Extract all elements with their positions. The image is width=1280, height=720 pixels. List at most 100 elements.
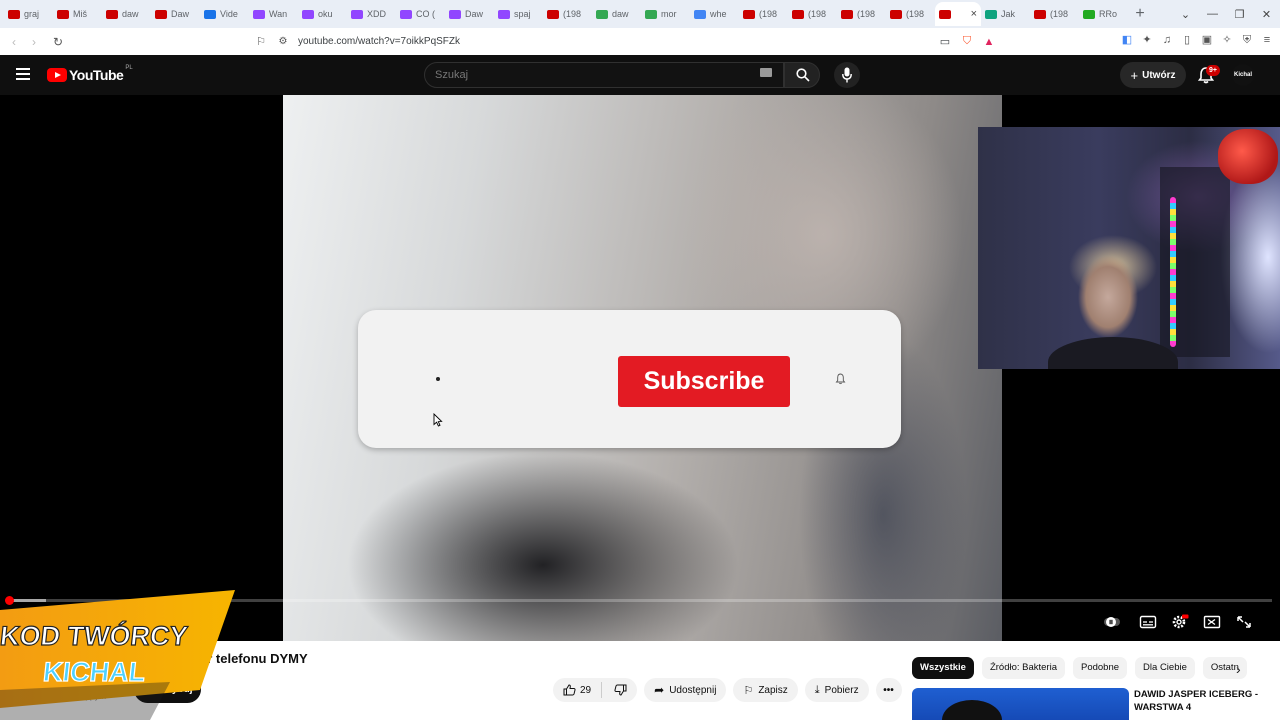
browser-tab[interactable]: Daw (151, 2, 200, 26)
browser-tab[interactable]: whe (690, 2, 739, 26)
browser-tab[interactable]: daw (102, 2, 151, 26)
video-player[interactable]: Subscribe (0, 95, 1280, 641)
tab-label: spaj (514, 9, 531, 19)
leo-icon[interactable]: ✧ (1220, 33, 1234, 47)
browser-tab[interactable]: Jak (981, 2, 1030, 26)
brave-shield-icon[interactable]: ⛉ (956, 35, 978, 48)
sidebar-icon[interactable]: ▯ (1180, 33, 1194, 47)
search-icon[interactable] (796, 68, 810, 82)
reload-icon[interactable]: ↻ (48, 35, 68, 49)
cast-icon[interactable]: ▭ (934, 35, 956, 48)
plus-icon: + (1130, 67, 1139, 83)
keyboard-icon[interactable] (760, 68, 772, 77)
subtitles-icon[interactable] (1139, 614, 1157, 630)
tab-favicon-icon (985, 9, 997, 19)
more-actions-button[interactable]: ••• (875, 678, 902, 702)
browser-tab[interactable]: oku (298, 2, 347, 26)
browser-tab[interactable]: daw (592, 2, 641, 26)
tab-favicon-icon (743, 9, 755, 19)
recommended-title[interactable]: DAWID JASPER ICEBERG - WARSTWA 4 (1134, 688, 1274, 714)
save-button[interactable]: ⚐ Zapisz (733, 678, 798, 702)
browser-tab[interactable]: RRo (1079, 2, 1128, 26)
browser-tab[interactable]: graj (4, 2, 53, 26)
restore-icon[interactable]: ❐ (1226, 8, 1253, 21)
download-button[interactable]: ⤓ Pobierz (804, 678, 869, 702)
browser-tab[interactable]: (198 (739, 2, 788, 26)
tab-favicon-icon (841, 9, 853, 19)
tab-favicon-icon (57, 9, 69, 19)
guide-menu-icon[interactable] (16, 68, 30, 80)
tab-label: (198 (1050, 9, 1069, 19)
like-icon[interactable] (563, 684, 576, 696)
tab-label: daw (612, 9, 629, 19)
settings-gear-icon[interactable] (1171, 614, 1189, 630)
browser-tab[interactable]: (198 (788, 2, 837, 26)
recommended-thumbnail[interactable] (912, 688, 1129, 720)
miniplayer-icon[interactable] (1203, 614, 1221, 630)
tab-label: Wan (269, 9, 288, 19)
tab-label: (198 (857, 9, 876, 19)
autoplay-toggle-icon[interactable] (1103, 614, 1121, 630)
wallet-icon[interactable]: ▣ (1200, 33, 1214, 47)
vpn-icon[interactable]: ⛨ (1240, 33, 1254, 47)
webcam-overlay (978, 127, 1280, 369)
search-input[interactable]: Szukaj (424, 62, 784, 88)
share-button[interactable]: ➦ Udostępnij (644, 678, 727, 702)
tab-favicon-icon (792, 9, 804, 19)
browser-tab[interactable]: spaj (494, 2, 543, 26)
share-icon: ➦ (654, 683, 665, 697)
tab-label: mor (661, 9, 677, 19)
browser-tab[interactable]: Wan (249, 2, 298, 26)
share-label: Udostępnij (669, 684, 717, 696)
browser-tab[interactable]: (198 (543, 2, 592, 26)
translate-icon[interactable]: ◧ (1120, 33, 1134, 47)
youtube-play-icon (47, 68, 67, 82)
browser-tab[interactable]: CO ( (396, 2, 445, 26)
save-label: Zapisz (758, 684, 788, 696)
chip[interactable]: Dla Ciebie (1135, 657, 1195, 679)
tab-favicon-icon (400, 9, 412, 19)
chips-next-icon[interactable]: › (1236, 661, 1241, 677)
bookmark-icon[interactable]: ⚐ (250, 35, 272, 48)
fullscreen-icon[interactable] (1235, 614, 1253, 630)
url-text[interactable]: youtube.com/watch?v=7oikkPqSFZk (298, 36, 934, 47)
omnibox[interactable]: ⚐ ⚙ youtube.com/watch?v=7oikkPqSFZk ▭ ⛉ … (250, 30, 1000, 53)
extension-icon[interactable]: ✦ (1140, 33, 1154, 47)
chip[interactable]: Źródło: Bakteria (981, 657, 1065, 679)
site-info-icon[interactable]: ⚙ (272, 36, 294, 47)
tab-favicon-icon (939, 9, 951, 19)
browser-tab[interactable]: Miš (53, 2, 102, 26)
region-code: PL (125, 65, 133, 71)
menu-icon[interactable]: ≡ (1260, 33, 1274, 47)
browser-tab[interactable]: Daw (445, 2, 494, 26)
browser-tab[interactable]: (198 (837, 2, 886, 26)
dislike-icon[interactable] (614, 684, 627, 696)
music-icon[interactable]: ♫ (1160, 33, 1174, 47)
overlay-bell-icon (835, 373, 846, 385)
chip[interactable]: Podobne (1073, 657, 1128, 679)
browser-tab[interactable]: mor (641, 2, 690, 26)
microphone-icon[interactable] (842, 67, 852, 83)
promo-line-1: KOD TWÓRCY (0, 620, 189, 651)
close-window-icon[interactable]: ✕ (1253, 8, 1280, 21)
forward-icon[interactable]: › (24, 35, 44, 49)
back-icon[interactable]: ‹ (4, 35, 24, 49)
browser-tab[interactable]: (198 (886, 2, 935, 26)
browser-tab[interactable]: × (935, 2, 981, 26)
like-dislike-group: 29 (553, 678, 638, 702)
chip[interactable]: Wszystkie (912, 657, 974, 679)
minimize-icon[interactable]: — (1199, 8, 1226, 20)
brave-rewards-icon[interactable]: ▲ (978, 36, 1000, 48)
tab-close-icon[interactable]: × (971, 8, 977, 20)
youtube-logo[interactable]: YouTube PL (47, 65, 133, 83)
extensions-area: ◧ ✦ ♫ ▯ ▣ ✧ ⛨ ≡ (1120, 33, 1274, 47)
tab-search-icon[interactable]: ⌄ (1172, 8, 1199, 21)
avatar[interactable]: Kichal (1232, 64, 1254, 86)
browser-tab[interactable]: (198 (1030, 2, 1079, 26)
create-button[interactable]: + Utwórz (1120, 62, 1186, 88)
new-tab-button[interactable]: + (1128, 5, 1152, 23)
tab-label: (198 (808, 9, 827, 19)
video-frame[interactable]: Subscribe (283, 95, 1002, 641)
browser-tab[interactable]: XDD (347, 2, 396, 26)
browser-tab[interactable]: Vide (200, 2, 249, 26)
